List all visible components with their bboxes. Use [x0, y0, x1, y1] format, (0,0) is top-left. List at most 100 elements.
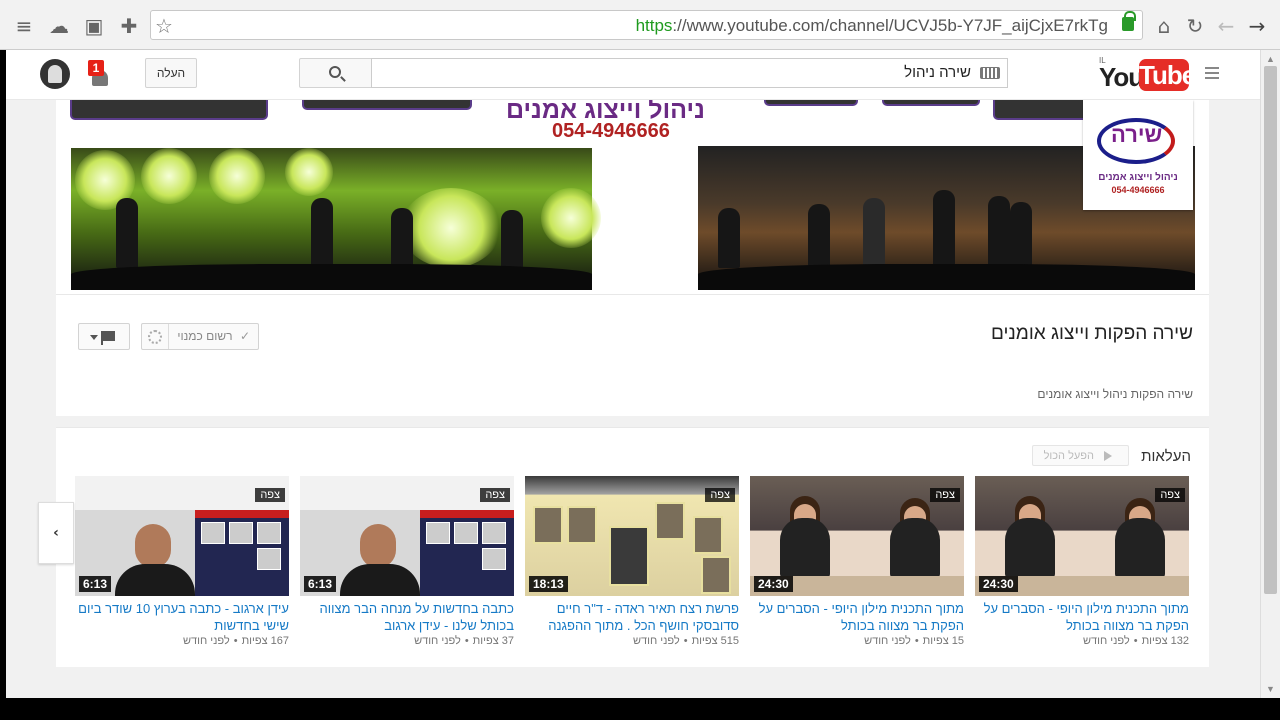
crowd: [71, 264, 592, 290]
watched-badge: צפה: [255, 488, 285, 502]
banner-phone: 054-4946666: [552, 120, 670, 142]
thumb-cell: [454, 522, 478, 544]
stage-light: [209, 148, 265, 204]
speaker-figure: [609, 526, 649, 586]
uploads-title[interactable]: העלאות: [1141, 448, 1191, 465]
video-thumbnail[interactable]: צפה 6:13: [300, 476, 514, 596]
video-views: 515 צפיות: [691, 635, 739, 647]
shelf-prev-arrow[interactable]: ‹: [38, 502, 74, 564]
channel-logo[interactable]: שירה ניהול וייצוג אמנים 054-4946666: [1083, 100, 1193, 210]
thumb-cell: [201, 522, 225, 544]
presenter-face: [360, 524, 396, 568]
keyboard-icon[interactable]: [980, 67, 1000, 79]
video-card[interactable]: צפה 24:30 מתוך התכנית מילון היופי - הסבר…: [975, 476, 1189, 651]
check-icon: ✓: [239, 329, 250, 343]
host-figure: [780, 518, 830, 578]
url-scheme: https: [635, 16, 673, 35]
play-icon: [1104, 451, 1112, 461]
cloud-icon[interactable]: ☁: [47, 14, 71, 38]
video-thumbnail[interactable]: צפה 6:13: [75, 476, 289, 596]
subscribe-button[interactable]: ✓ רשום כמנוי: [141, 323, 259, 350]
search-button[interactable]: [299, 58, 372, 88]
video-title[interactable]: מתוך התכנית מילון היופי - הסברים על הפקת…: [750, 600, 964, 634]
logo-phone: 054-4946666: [1111, 185, 1165, 195]
report-flag-button[interactable]: [78, 323, 130, 350]
channel-content: ניהול וייצוג אמנים 054-4946666 שירה ניהו…: [38, 100, 1209, 698]
stage-light: [401, 188, 501, 268]
concert-photo-left: [71, 148, 601, 290]
reload-icon[interactable]: ↻: [1183, 14, 1207, 38]
play-all-button[interactable]: הפעל הכול: [1032, 445, 1129, 466]
musician: [311, 198, 333, 268]
video-views: 37 צפיות: [472, 635, 514, 647]
youtube-logo[interactable]: IL You Tube: [1099, 56, 1196, 94]
banner-strip-box: [302, 100, 472, 110]
notifications-button[interactable]: 1: [86, 58, 116, 90]
video-age: לפני חודש: [182, 635, 230, 647]
stage-light: [541, 188, 601, 248]
video-card[interactable]: צפה 18:13 פרשת רצח תאיר ראדה - ד"ר חיים …: [525, 476, 739, 651]
watched-badge: צפה: [705, 488, 735, 502]
banner-strip-box: [764, 100, 858, 106]
subscribe-label-wrap: ✓ רשום כמנוי: [177, 329, 250, 343]
poster-photo: [533, 506, 563, 544]
video-thumbnail[interactable]: צפה 24:30: [975, 476, 1189, 596]
scroll-down-icon[interactable]: ▼: [1266, 684, 1275, 694]
video-thumbnail[interactable]: צפה 24:30: [750, 476, 964, 596]
menu-icon[interactable]: ≡: [12, 14, 36, 38]
scrollbar-thumb[interactable]: [1264, 66, 1277, 594]
upload-button[interactable]: העלה: [145, 58, 197, 88]
video-card[interactable]: צפה 6:13 עידן ארגוב - כתבה בערוץ 10 שודר…: [75, 476, 289, 651]
video-duration: 24:30: [979, 576, 1018, 592]
bookmark-star-icon[interactable]: ☆: [155, 14, 173, 38]
host-figure: [890, 518, 940, 578]
puzzle-icon[interactable]: ✚: [117, 14, 141, 38]
address-bar[interactable]: ☆ https://www.youtube.com/channel/UCVJ5b…: [150, 10, 1143, 40]
channel-title[interactable]: שירה הפקות וייצוג אומנים: [991, 323, 1193, 345]
browser-toolbar: ≡ ☁ ▣ ✚ ☆ https://www.youtube.com/channe…: [0, 0, 1280, 50]
video-views: 167 צפיות: [241, 635, 289, 647]
thumb-cell: [482, 548, 506, 570]
guide-menu-icon[interactable]: [1205, 67, 1219, 79]
thumb-cell: [257, 548, 281, 570]
video-title[interactable]: עידן ארגוב - כתבה בערוץ 10 שודר ביום שיש…: [75, 600, 289, 634]
url-path: ://www.youtube.com/channel/UCVJ5b-Y7JF_a…: [672, 16, 1108, 35]
thumb-cell: [426, 522, 450, 544]
extension-icon[interactable]: ▣: [82, 14, 106, 38]
presenter-face: [135, 524, 171, 568]
forward-arrow-icon[interactable]: →: [1245, 14, 1269, 38]
banner-strip-box: [882, 100, 980, 106]
thumb-cell: [229, 522, 253, 544]
host-figure: [1005, 518, 1055, 578]
video-age: לפני חודש: [414, 635, 461, 647]
musician: [988, 196, 1010, 268]
lock-icon[interactable]: [1122, 11, 1136, 31]
musician: [501, 210, 523, 268]
scrollbar[interactable]: ▲ ▼: [1260, 50, 1280, 698]
back-arrow-icon[interactable]: ←: [1214, 14, 1238, 38]
musician: [116, 198, 138, 268]
logo-name: שירה: [1111, 122, 1163, 147]
video-meta: 132 צפיות•לפני חודש: [1082, 635, 1189, 647]
poster-photo: [567, 506, 597, 544]
video-title[interactable]: מתוך התכנית מילון היופי - הסברים על הפקת…: [975, 600, 1189, 634]
watched-badge: צפה: [1155, 488, 1185, 502]
video-title[interactable]: פרשת רצח תאיר ראדה - ד"ר חיים סדובסקי חו…: [525, 600, 739, 634]
video-thumbnail[interactable]: צפה 18:13: [525, 476, 739, 596]
chevron-down-icon: [90, 335, 98, 340]
avatar[interactable]: [40, 59, 70, 89]
video-card[interactable]: צפה 6:13 כתבה בחדשות על מנחה הבר מצווה ב…: [300, 476, 514, 651]
page-viewport: 1 העלה שירה ניהול IL You Tube ניהול וייצ…: [6, 50, 1260, 698]
logo-tagline: ניהול וייצוג אמנים: [1098, 172, 1178, 183]
scroll-up-icon[interactable]: ▲: [1266, 54, 1275, 64]
musician: [808, 204, 830, 268]
thumb-red-bar: [195, 510, 289, 518]
video-title[interactable]: כתבה בחדשות על מנחה הבר מצווה בכותל שלנו…: [300, 600, 514, 634]
video-card[interactable]: צפה 24:30 מתוך התכנית מילון היופי - הסבר…: [750, 476, 964, 651]
search-input[interactable]: שירה ניהול: [371, 58, 1008, 88]
thumb-cell: [482, 522, 506, 544]
home-icon[interactable]: ⌂: [1152, 14, 1176, 38]
youtube-masthead: 1 העלה שירה ניהול IL You Tube: [6, 50, 1260, 100]
gear-icon[interactable]: [148, 330, 162, 344]
singer: [933, 190, 955, 268]
